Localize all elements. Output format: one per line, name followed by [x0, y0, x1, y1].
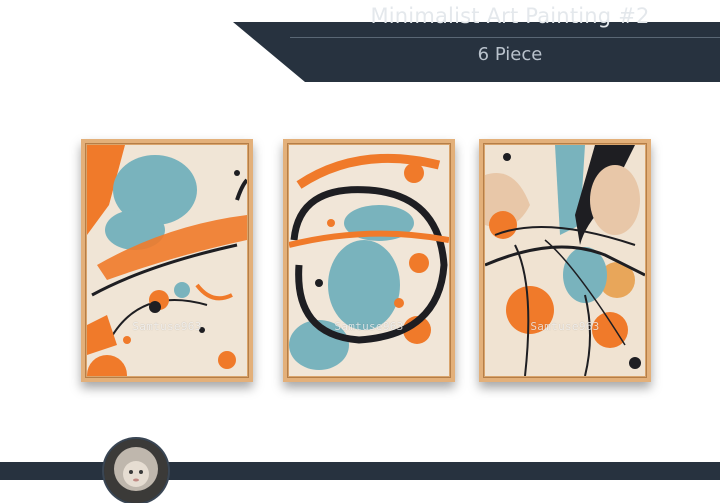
page-title: Minimalist Art Painting #2	[370, 4, 650, 28]
painting-frame-2[interactable]: Samtuse963	[283, 139, 455, 382]
header-divider	[290, 37, 720, 38]
avatar[interactable]	[104, 439, 168, 503]
watermark: Samtuse963	[530, 320, 600, 333]
watermark: Samtuse963	[334, 320, 404, 333]
painting-3-artwork: Samtuse963	[485, 145, 645, 376]
page-subtitle: 6 Piece	[477, 44, 543, 65]
watermark: Samtuse963	[132, 320, 202, 333]
painting-1-artwork: Samtuse963	[87, 145, 247, 376]
painting-2-artwork: Samtuse963	[289, 145, 449, 376]
avatar-doll-icon	[104, 439, 168, 503]
painting-frame-1[interactable]: Samtuse963	[81, 139, 253, 382]
painting-frame-3[interactable]: Samtuse963	[479, 139, 651, 382]
